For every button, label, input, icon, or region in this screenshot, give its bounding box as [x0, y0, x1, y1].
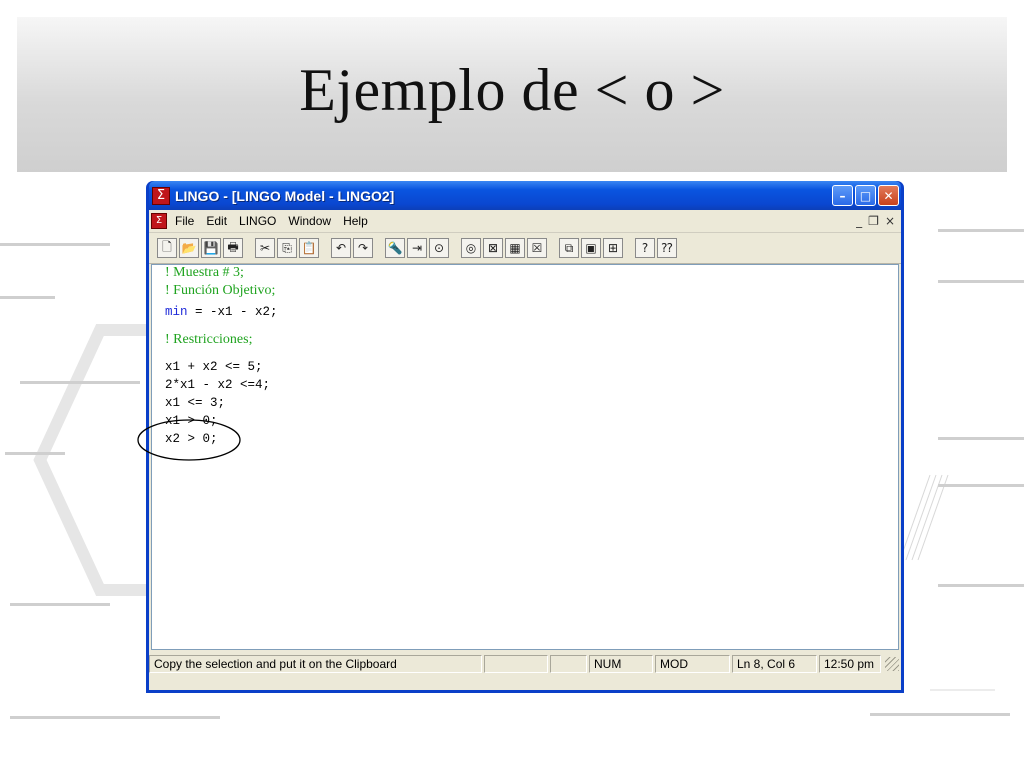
comment-line: ! Muestra # 3;	[165, 265, 244, 280]
mdi-restore-button[interactable]: ❐	[868, 214, 879, 228]
objective-expression: = -x1 - x2;	[187, 305, 278, 319]
menu-help[interactable]: Help	[343, 214, 368, 228]
tile-icon[interactable]: ▣	[581, 238, 601, 258]
paste-icon[interactable]: 📋	[299, 238, 319, 258]
solution-icon[interactable]: ⊠	[483, 238, 503, 258]
options-icon[interactable]: ⊞	[603, 238, 623, 258]
statusbar: Copy the selection and put it on the Cli…	[149, 652, 901, 676]
go-to-line-icon[interactable]: ⇥	[407, 238, 427, 258]
constraint-line: x1 <= 3;	[165, 396, 226, 410]
close-button[interactable]: ✕	[878, 185, 899, 206]
save-icon[interactable]: 💾	[201, 238, 221, 258]
lingo-app-icon[interactable]: Σ	[152, 186, 170, 205]
match-parenthesis-icon[interactable]: ⊙	[429, 238, 449, 258]
window-client-area: Σ File Edit LINGO Window Help _ ❐ × 🗋 📂 …	[149, 210, 901, 690]
keyword-min: min	[165, 305, 188, 319]
menubar: Σ File Edit LINGO Window Help _ ❐ ×	[149, 210, 901, 233]
status-empty-cell	[550, 655, 587, 673]
window-title: LINGO - [LINGO Model - LINGO2]	[175, 187, 395, 204]
objective-line: min = -x1 - x2;	[165, 305, 278, 319]
open-icon[interactable]: 📂	[179, 238, 199, 258]
help-topics-icon[interactable]: ?	[635, 238, 655, 258]
maximize-button[interactable]: □	[855, 185, 876, 206]
solve-icon[interactable]: ◎	[461, 238, 481, 258]
document-icon[interactable]: Σ	[151, 213, 167, 229]
menu-lingo[interactable]: LINGO	[239, 214, 276, 228]
mdi-close-button[interactable]: ×	[885, 214, 895, 228]
undo-icon[interactable]: ↶	[331, 238, 351, 258]
mdi-minimize-button[interactable]: _	[856, 214, 862, 228]
menu-file[interactable]: File	[175, 214, 194, 228]
status-time: 12:50 pm	[819, 655, 881, 673]
close-all-icon[interactable]: ☒	[527, 238, 547, 258]
resize-grip[interactable]	[885, 657, 899, 671]
new-icon[interactable]: 🗋	[157, 238, 177, 258]
copy-icon[interactable]: ⎘	[277, 238, 297, 258]
status-mod: MOD	[655, 655, 730, 673]
constraint-line: 2*x1 - x2 <=4;	[165, 378, 271, 392]
find-icon[interactable]: 🔦	[385, 238, 405, 258]
title-banner: Ejemplo de < o >	[17, 17, 1007, 172]
slide-title: Ejemplo de < o >	[299, 57, 725, 123]
print-icon[interactable]: 🖶	[223, 238, 243, 258]
minimize-button[interactable]: –	[832, 185, 853, 206]
redo-icon[interactable]: ↷	[353, 238, 373, 258]
constraint-line: x1 + x2 <= 5;	[165, 360, 263, 374]
annotation-ellipse	[137, 419, 241, 461]
matrix-picture-icon[interactable]: ▦	[505, 238, 525, 258]
comment-line: ! Restricciones;	[165, 332, 253, 347]
status-num: NUM	[589, 655, 653, 673]
status-position: Ln 8, Col 6	[732, 655, 817, 673]
comment-line: ! Función Objetivo;	[165, 283, 276, 298]
context-help-icon[interactable]: ⁇	[657, 238, 677, 258]
menu-edit[interactable]: Edit	[206, 214, 227, 228]
status-empty-cell	[484, 655, 548, 673]
mdi-controls: _ ❐ ×	[856, 214, 901, 228]
menu-window[interactable]: Window	[288, 214, 331, 228]
model-editor[interactable]: ! Muestra # 3; ! Función Objetivo; min =…	[151, 264, 899, 650]
send-to-back-icon[interactable]: ⧉	[559, 238, 579, 258]
status-message: Copy the selection and put it on the Cli…	[149, 655, 482, 673]
lingo-window: Σ LINGO - [LINGO Model - LINGO2] – □ ✕ Σ…	[146, 181, 904, 693]
cut-icon[interactable]: ✂	[255, 238, 275, 258]
toolbar: 🗋 📂 💾 🖶 ✂ ⎘ 📋 ↶ ↷ 🔦 ⇥ ⊙ ◎ ⊠ ▦ ☒ ⧉ ▣ ⊞ ? …	[149, 233, 901, 264]
window-titlebar[interactable]: Σ LINGO - [LINGO Model - LINGO2] – □ ✕	[149, 181, 901, 210]
